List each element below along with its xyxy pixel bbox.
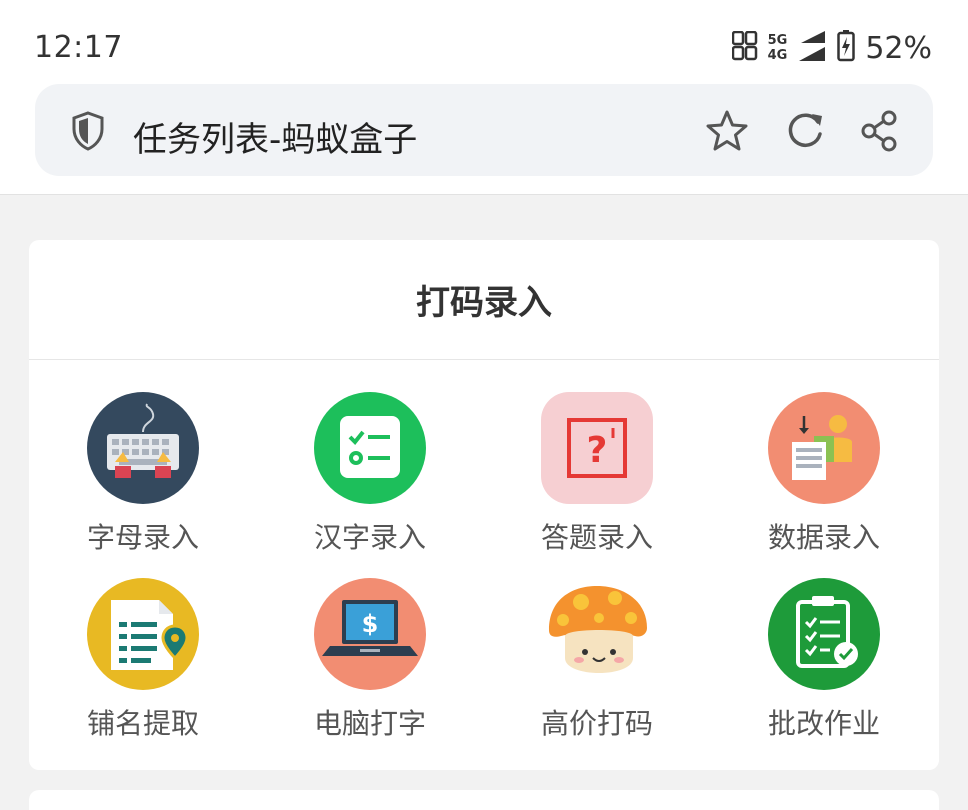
- tile-computer-typing[interactable]: $ 电脑打字: [270, 578, 470, 748]
- section-title: 打码录入: [29, 240, 939, 360]
- tile-answer-entry[interactable]: ? 答题录入: [497, 392, 697, 562]
- status-time: 12:17: [34, 30, 123, 65]
- tile-grade-homework[interactable]: 批改作业: [724, 578, 924, 748]
- data-entry-icon: [768, 392, 880, 504]
- share-icon[interactable]: [858, 108, 902, 158]
- next-card-edge: [29, 790, 939, 810]
- tile-letter-entry[interactable]: 字母录入: [43, 392, 243, 562]
- battery-icon: [837, 30, 856, 66]
- mushroom-icon: [541, 578, 653, 690]
- tile-chinese-entry[interactable]: 汉字录入: [270, 392, 470, 562]
- shield-icon[interactable]: [70, 110, 106, 156]
- svg-text:?: ?: [587, 430, 608, 471]
- clipboard-check-icon: [768, 578, 880, 690]
- keyboard-icon: [87, 392, 199, 504]
- tile-label: 汉字录入: [313, 521, 426, 554]
- tile-label: 数据录入: [767, 521, 880, 554]
- star-icon[interactable]: [704, 108, 750, 158]
- tile-label: 电脑打字: [313, 707, 426, 740]
- refresh-icon[interactable]: [782, 108, 828, 158]
- document-pin-icon: [87, 578, 199, 690]
- tile-label: 字母录入: [86, 521, 199, 554]
- tile-label: 答题录入: [540, 521, 653, 554]
- battery-level: 52%: [865, 30, 932, 66]
- question-icon: ?: [541, 392, 653, 504]
- signal-icon: [797, 29, 827, 67]
- page-title: 任务列表-蚂蚁盒子: [133, 120, 418, 160]
- tile-label: 批改作业: [767, 707, 880, 740]
- network-type: 5G 4G: [767, 33, 788, 63]
- tile-label: 铺名提取: [86, 707, 199, 740]
- tile-shop-name-extract[interactable]: 铺名提取: [43, 578, 243, 748]
- browser-top-bar: 12:17 5G 4G 52% 任务列表-蚂蚁盒子: [0, 0, 968, 195]
- hd-icon: [731, 30, 758, 65]
- typing-entry-card: 打码录入 字母录入 汉字录入 ? 答题录入 数据录入 铺名提取 $ 电脑打字 高…: [29, 240, 939, 770]
- svg-text:$: $: [362, 610, 379, 638]
- status-indicators: 5G 4G 52%: [731, 26, 932, 70]
- tile-label: 高价打码: [540, 707, 653, 740]
- laptop-dollar-icon: $: [314, 578, 426, 690]
- tile-data-entry[interactable]: 数据录入: [724, 392, 924, 562]
- checklist-icon: [314, 392, 426, 504]
- tile-premium-typing[interactable]: 高价打码: [497, 578, 697, 748]
